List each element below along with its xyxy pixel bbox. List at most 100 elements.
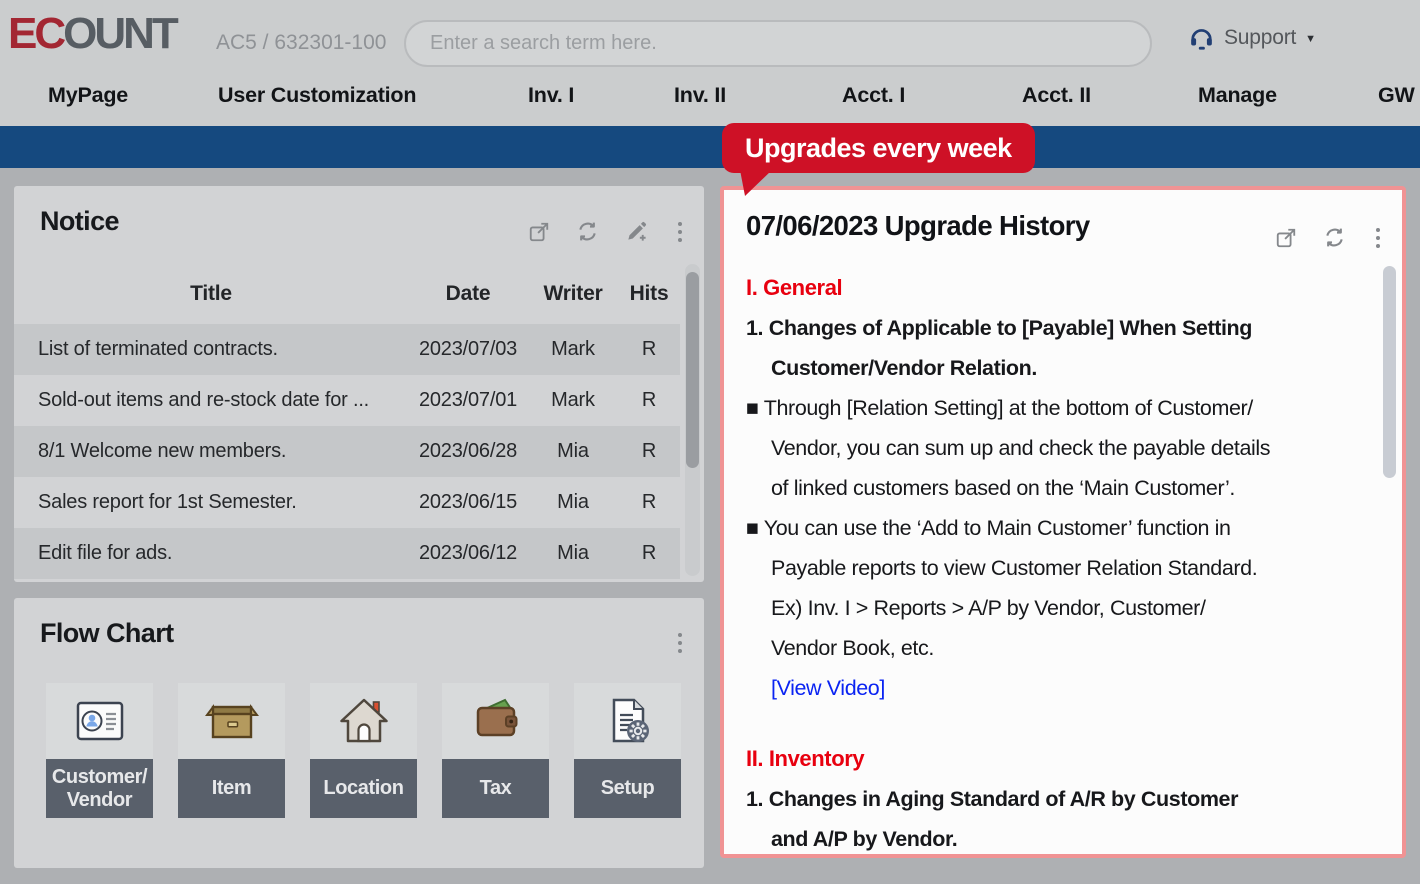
ecount-logo[interactable]: ECOUNT [8,8,176,60]
open-in-new-icon[interactable] [1275,227,1297,249]
search-input[interactable] [404,20,1152,67]
panel-scrollbar-thumb[interactable] [1383,266,1396,478]
notice-cell-hits: R [618,389,680,412]
ecount-dashboard: ECOUNT AC5 / 632301-100 Support ▼ MyPage… [0,0,1420,884]
notice-cell-writer: Mark [528,338,618,361]
notice-widget: Notice TitleDateWriterHits List of termi… [14,186,704,582]
tile-label: Setup [574,759,681,818]
edit-icon[interactable] [625,220,648,243]
upgrade-line: Vendor Book, etc. [746,628,1358,668]
nav-item-user-customization[interactable]: User Customization [218,83,416,108]
upgrade-panel-icons [1275,226,1384,249]
flowchart-widget: Flow Chart Customer/Vendor [14,598,704,868]
upgrade-line: ■ Through [Relation Setting] at the bott… [746,388,1358,428]
notice-cell-date: 2023/06/28 [408,440,528,463]
company-code: AC5 / 632301-100 [216,31,386,55]
nav-item-manage[interactable]: Manage [1198,83,1277,108]
notice-cell-title: 8/1 Welcome new members. [14,440,408,463]
badge-tail [740,170,772,196]
notice-cell-writer: Mia [528,542,618,565]
tile-label: Location [310,759,417,818]
notice-header-icons [528,220,686,243]
notice-cell-title: List of terminated contracts. [14,338,408,361]
nav-item-inv-i[interactable]: Inv. I [528,83,574,108]
upgrade-line: Vendor, you can sum up and check the pay… [746,428,1358,468]
flow-tile-setup[interactable]: Setup [574,683,681,818]
tile-label: Customer/Vendor [46,759,153,818]
nav-item-gw[interactable]: GW [1378,83,1415,108]
upgrade-line: Ex) Inv. I > Reports > A/P by Vendor, Cu… [746,588,1358,628]
upgrade-panel-title: 07/06/2023 Upgrade History [746,210,1090,242]
upgrade-content: I. General1. Changes of Applicable to [P… [746,268,1358,859]
notice-cell-writer: Mia [528,491,618,514]
notice-cell-date: 2023/07/03 [408,338,528,361]
more-icon[interactable] [674,632,686,654]
notice-cell-writer: Mia [528,440,618,463]
notice-col-hits: Hits [618,282,680,306]
refresh-icon[interactable] [576,220,599,243]
section-heading: II. Inventory [746,739,1358,779]
more-icon[interactable] [674,221,686,243]
notice-row[interactable]: 8/1 Welcome new members.2023/06/28MiaR [14,426,680,477]
nav-item-acct-ii[interactable]: Acct. II [1022,83,1091,108]
notice-cell-date: 2023/06/15 [408,491,528,514]
id-card-icon [46,683,153,759]
flowchart-title: Flow Chart [40,618,174,649]
notice-cell-title: Edit file for ads. [14,542,408,565]
support-label: Support [1224,26,1296,50]
document-gear-icon [574,683,681,759]
flowchart-header-icons [674,632,686,654]
flow-tile-location[interactable]: Location [310,683,417,818]
chevron-down-icon: ▼ [1305,33,1316,45]
notice-row[interactable]: List of terminated contracts.2023/07/03M… [14,324,680,375]
upgrade-line: 1. Changes of Applicable to [Payable] Wh… [746,308,1358,348]
top-header: ECOUNT AC5 / 632301-100 Support ▼ [0,0,1420,70]
notice-table-body: List of terminated contracts.2023/07/03M… [14,324,680,579]
upgrades-badge: Upgrades every week [722,123,1035,173]
section-heading: I. General [746,268,1358,308]
notice-cell-title: Sales report for 1st Semester. [14,491,408,514]
upgrade-history-panel: 07/06/2023 Upgrade History I. General1. … [720,186,1406,858]
view-video-link[interactable]: [View Video] [746,668,1358,708]
logo-gray-part: OUNT [63,9,176,58]
notice-row[interactable]: Edit file for ads.2023/06/12MiaR [14,528,680,579]
flow-tile-customer-vendor[interactable]: Customer/Vendor [46,683,153,818]
nav-item-inv-ii[interactable]: Inv. II [674,83,726,108]
notice-col-title: Title [14,282,408,306]
notice-cell-hits: R [618,491,680,514]
notice-col-writer: Writer [528,282,618,306]
notice-cell-date: 2023/07/01 [408,389,528,412]
box-icon [178,683,285,759]
nav-item-acct-i[interactable]: Acct. I [842,83,905,108]
blue-ribbon [0,126,1420,168]
logo-red-part: EC [8,9,63,58]
headset-icon [1188,24,1215,51]
notice-row[interactable]: Sales report for 1st Semester.2023/06/15… [14,477,680,528]
main-nav: MyPage User Customization Inv. I Inv. II Acc… [0,70,1420,126]
notice-scrollbar-thumb[interactable] [686,272,699,468]
upgrade-line: and A/P by Vendor. [746,819,1358,859]
upgrade-line: of linked customers based on the ‘Main C… [746,468,1358,508]
more-icon[interactable] [1372,227,1384,249]
upgrade-line: Customer/Vendor Relation. [746,348,1358,388]
refresh-icon[interactable] [1323,226,1346,249]
upgrade-line: 1. Changes in Aging Standard of A/R by C… [746,779,1358,819]
flow-tile-item[interactable]: Item [178,683,285,818]
notice-cell-date: 2023/06/12 [408,542,528,565]
notice-cell-writer: Mark [528,389,618,412]
house-icon [310,683,417,759]
notice-cell-title: Sold-out items and re-stock date for ... [14,389,408,412]
support-menu[interactable]: Support ▼ [1188,24,1316,51]
notice-cell-hits: R [618,338,680,361]
flow-tile-tax[interactable]: Tax [442,683,549,818]
open-in-new-icon[interactable] [528,221,550,243]
upgrade-line: ■ You can use the ‘Add to Main Customer’… [746,508,1358,548]
tile-label: Item [178,759,285,818]
notice-table-header: TitleDateWriterHits [14,282,680,306]
nav-item-mypage[interactable]: MyPage [48,83,128,108]
wallet-icon [442,683,549,759]
upgrade-line: Payable reports to view Customer Relatio… [746,548,1358,588]
notice-col-date: Date [408,282,528,306]
notice-cell-hits: R [618,542,680,565]
notice-row[interactable]: Sold-out items and re-stock date for ...… [14,375,680,426]
